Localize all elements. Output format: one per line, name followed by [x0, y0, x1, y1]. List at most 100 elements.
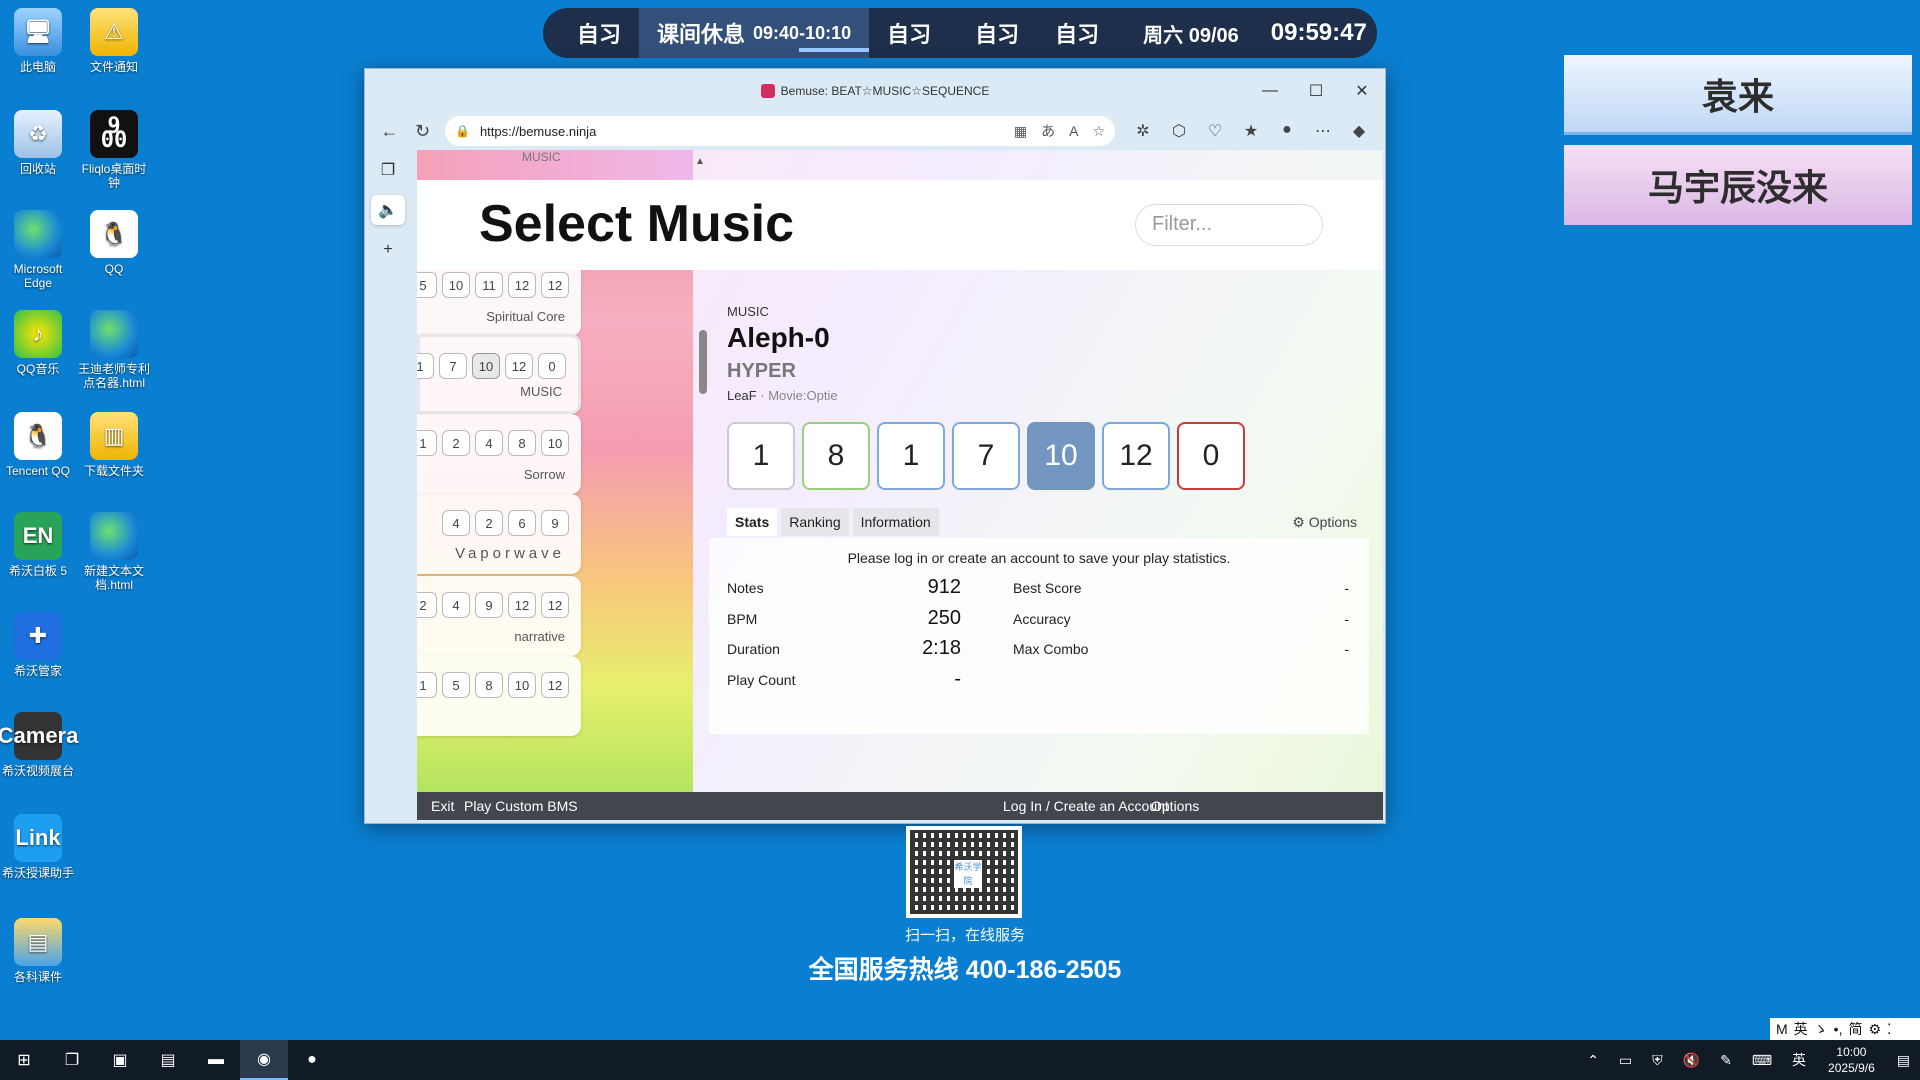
- desktop-shortcut[interactable]: ▥ 下载文件夹: [76, 412, 152, 478]
- footer-options-button[interactable]: Options: [1151, 798, 1199, 814]
- song-card[interactable]: 1 5 8 10 12: [417, 656, 581, 736]
- song-card[interactable]: 4 2 6 9 Vaporwave: [417, 494, 581, 574]
- song-list-scrollbar[interactable]: [699, 330, 707, 394]
- minimize-button[interactable]: —: [1247, 69, 1293, 113]
- puzzle-icon[interactable]: ⬡: [1161, 121, 1197, 141]
- desktop-shortcut[interactable]: EN 希沃白板 5: [0, 512, 76, 578]
- song-card[interactable]: 2 4 9 12 12 narrative: [417, 576, 581, 656]
- tab-stats[interactable]: Stats: [727, 508, 778, 536]
- desktop-shortcut-label: 回收站: [19, 162, 56, 176]
- desktop-shortcut[interactable]: 9 00 Fliqlo桌面时钟: [76, 110, 152, 190]
- difficulty-button[interactable]: 7: [952, 422, 1020, 490]
- more-menu-icon[interactable]: ⋯: [1305, 121, 1341, 141]
- desktop-shortcut[interactable]: ✚ 希沃管家: [0, 612, 76, 678]
- notification-icon[interactable]: ▤: [1897, 1052, 1910, 1069]
- desktop-shortcut[interactable]: Microsoft Edge: [0, 210, 76, 290]
- desktop-shortcut[interactable]: ⚠ 文件通知: [76, 8, 152, 74]
- name-card[interactable]: 袁来: [1564, 55, 1912, 135]
- difficulty-button[interactable]: 1: [727, 422, 795, 490]
- pen-icon[interactable]: ✎: [1720, 1052, 1732, 1069]
- whiteboard-app-icon[interactable]: ▤: [144, 1040, 192, 1080]
- favorite-star-icon[interactable]: ☆: [1092, 123, 1105, 140]
- qq-taskbar-icon[interactable]: ●: [288, 1040, 336, 1080]
- ime-option[interactable]: ⚙: [1868, 1021, 1881, 1038]
- desktop-shortcut[interactable]: 🐧 Tencent QQ: [0, 412, 76, 478]
- new-tab-icon[interactable]: +: [371, 235, 405, 265]
- difficulty-button[interactable]: 10: [1027, 422, 1095, 490]
- options-link[interactable]: ⚙ Options: [1292, 514, 1357, 531]
- close-button[interactable]: ✕: [1339, 69, 1385, 113]
- desktop-shortcut[interactable]: 🐧 QQ: [76, 210, 152, 276]
- desktop-shortcut[interactable]: ▤ 各科课件: [0, 918, 76, 984]
- difficulty-button[interactable]: 1: [877, 422, 945, 490]
- tray-chevron-icon[interactable]: ⌃: [1587, 1052, 1599, 1069]
- volume-muted-icon[interactable]: 🔇: [1683, 1052, 1700, 1069]
- maximize-button[interactable]: ☐: [1293, 69, 1339, 113]
- extension-icon[interactable]: ✲: [1125, 121, 1161, 141]
- window-title: Bemuse: BEAT☆MUSIC☆SEQUENCE: [780, 84, 990, 98]
- start-windows-icon[interactable]: ⊞: [0, 1040, 48, 1080]
- name-card[interactable]: 马宇辰没来: [1564, 145, 1912, 225]
- tab-ranking[interactable]: Ranking: [781, 508, 849, 536]
- keyboard-icon[interactable]: ⌨: [1752, 1052, 1772, 1069]
- lock-icon[interactable]: 🔒: [455, 124, 470, 138]
- difficulty-button[interactable]: 0: [1177, 422, 1245, 490]
- ime-toolbar[interactable]: M 英ゝ •, 简 ⚙ ⁚: [1770, 1018, 1920, 1040]
- reader-mode-icon[interactable]: ▦: [1014, 123, 1027, 140]
- favorites-icon[interactable]: ★: [1233, 121, 1269, 141]
- desktop-shortcut-label: 各科课件: [13, 970, 62, 984]
- play-custom-bms-button[interactable]: Play Custom BMS: [464, 798, 578, 814]
- copilot-icon[interactable]: ◆: [1341, 121, 1377, 141]
- ime-option[interactable]: ゝ: [1814, 1019, 1828, 1039]
- ime-option[interactable]: ⁚: [1887, 1021, 1891, 1038]
- seewo-manager-icon: ✚: [14, 612, 62, 660]
- desktop-shortcut[interactable]: Link 希沃授课助手: [0, 814, 76, 880]
- scroll-up-arrow-icon[interactable]: ▲: [695, 156, 705, 167]
- read-aloud-icon[interactable]: A: [1069, 123, 1078, 139]
- filter-input[interactable]: Filter...: [1135, 204, 1323, 246]
- input-indicator[interactable]: 英: [1792, 1050, 1806, 1070]
- ime-option[interactable]: 简: [1848, 1019, 1862, 1039]
- desktop-icons: 🖥 此电脑 ⚠ 文件通知 ♻ 回收站 9 00 Fliqlo桌面时钟 Microsoft Edg…: [0, 0, 160, 1040]
- song-card[interactable]: 1 7 10 12 0 MUSIC: [417, 334, 581, 414]
- tab-actions-icon[interactable]: ❐: [371, 155, 405, 185]
- translate-icon[interactable]: あ: [1041, 121, 1055, 141]
- detail-tabs: Stats Ranking Information: [727, 508, 943, 536]
- security-shield-icon[interactable]: ⛨: [1652, 1052, 1663, 1069]
- network-icon[interactable]: ▭: [1619, 1052, 1632, 1069]
- desktop-shortcut[interactable]: ♻ 回收站: [0, 110, 76, 176]
- desktop-shortcut[interactable]: 王迪老师专利点名器.html: [76, 310, 152, 390]
- audio-tab-icon[interactable]: 🔈: [371, 195, 405, 225]
- file-explorer-icon[interactable]: ▬: [192, 1040, 240, 1080]
- profile-avatar-icon[interactable]: ●: [1269, 121, 1305, 141]
- stats-panel: Please log in or create an account to sa…: [709, 538, 1369, 734]
- level-badge: 1: [417, 672, 437, 698]
- song-card[interactable]: 1 2 4 8 10 Sorrow: [417, 414, 581, 494]
- difficulty-button[interactable]: 12: [1102, 422, 1170, 490]
- window-titlebar[interactable]: Bemuse: BEAT☆MUSIC☆SEQUENCE — ☐ ✕: [365, 69, 1385, 113]
- desktop-shortcut-label: 此电脑: [19, 60, 56, 74]
- ime-option[interactable]: M: [1776, 1021, 1788, 1037]
- difficulty-button[interactable]: 8: [802, 422, 870, 490]
- desktop-shortcut[interactable]: 🖥 此电脑: [0, 8, 76, 74]
- camera-app-icon[interactable]: ▣: [96, 1040, 144, 1080]
- tab-information[interactable]: Information: [852, 508, 939, 536]
- desktop-shortcut[interactable]: ♪ QQ音乐: [0, 310, 76, 376]
- exit-button[interactable]: Exit: [431, 798, 454, 814]
- ime-option[interactable]: •,: [1834, 1021, 1843, 1037]
- tray-clock[interactable]: 10:00 2025/9/6: [1828, 1044, 1875, 1076]
- desktop-shortcut[interactable]: 新建文本文档.html: [76, 512, 152, 592]
- ime-option[interactable]: 英: [1794, 1019, 1808, 1039]
- performance-icon[interactable]: ♡: [1197, 121, 1233, 141]
- desktop-shortcut[interactable]: Camera 希沃视频展台: [0, 712, 78, 778]
- address-bar[interactable]: 🔒 https://bemuse.ninja ▦ あ A ☆: [445, 116, 1115, 146]
- song-card-partial[interactable]: MUSIC: [417, 150, 693, 180]
- level-badge: 12: [541, 672, 569, 698]
- refresh-icon[interactable]: ↻: [406, 116, 439, 146]
- url-text[interactable]: https://bemuse.ninja: [480, 124, 1000, 139]
- song-title-large: Aleph-0: [727, 322, 830, 353]
- login-button[interactable]: Log In / Create an Account: [1003, 798, 1169, 814]
- task-view-icon[interactable]: ❐: [48, 1040, 96, 1080]
- back-icon[interactable]: ←: [373, 116, 406, 146]
- edge-taskbar-icon[interactable]: ◉: [240, 1040, 288, 1080]
